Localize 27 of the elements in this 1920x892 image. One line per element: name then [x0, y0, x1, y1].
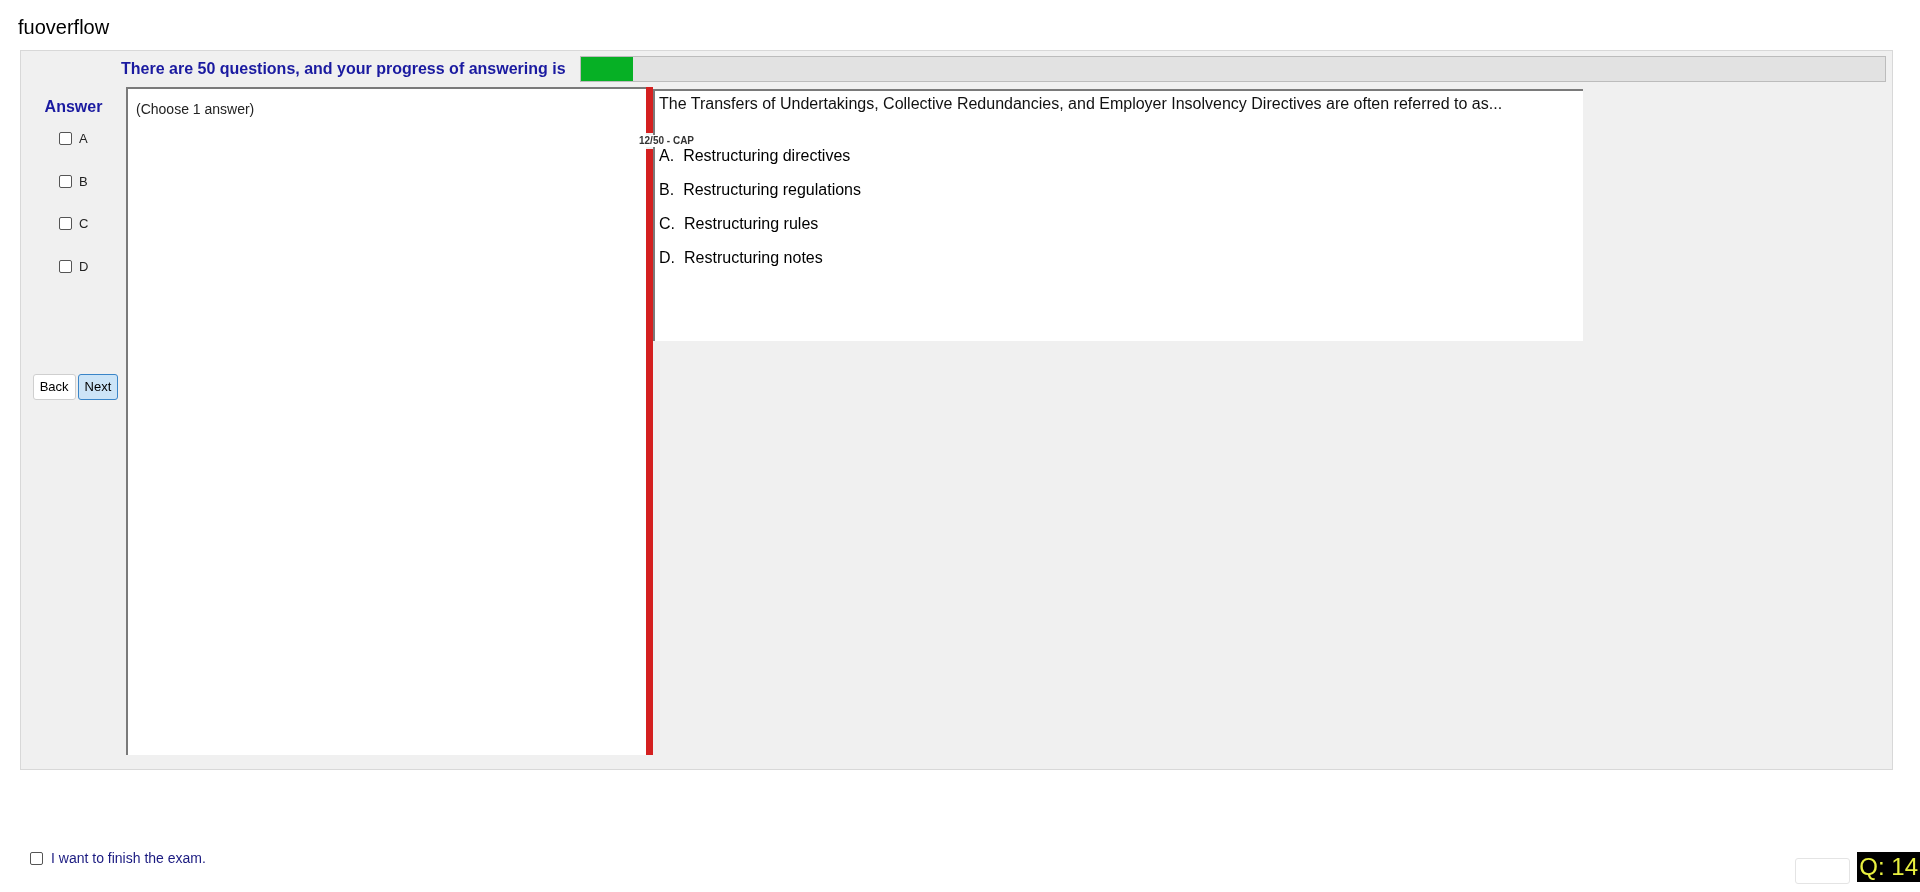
- question-text: The Transfers of Undertakings, Collective Redundancies, and Employer Insolvency Directives are often referred to as...: [659, 94, 1504, 113]
- choice-letter: D.: [659, 249, 675, 267]
- answer-option-label: A: [79, 130, 88, 148]
- answer-option-label: D: [79, 257, 89, 276]
- progress-label: There are 50 questions, and your progress of answering is: [121, 59, 566, 79]
- choice-letter: B.: [659, 181, 675, 199]
- question-tag: 12/50 - CAP: [638, 135, 696, 147]
- next-button[interactable]: Next: [77, 374, 119, 400]
- app-title: fuoverflow: [18, 15, 110, 40]
- choice-text: Restructuring regulations: [683, 181, 861, 199]
- answer-checkbox[interactable]: [59, 217, 72, 231]
- answer-heading: Answer: [44, 97, 103, 117]
- choice-text: Restructuring directives: [683, 147, 851, 165]
- choice-text: Restructuring notes: [684, 249, 823, 267]
- answer-checkbox[interactable]: [59, 132, 72, 146]
- answer-option-label: C: [79, 215, 89, 233]
- question-counter: Q: 14: [1857, 852, 1920, 882]
- answer-checkbox[interactable]: [59, 174, 72, 188]
- choice-letter: A.: [659, 147, 675, 165]
- finish-label: I want to finish the exam.: [51, 849, 206, 868]
- back-button[interactable]: Back: [32, 374, 76, 400]
- choice-text: Restructuring rules: [684, 215, 819, 233]
- finish-checkbox[interactable]: [30, 852, 43, 865]
- answer-checkbox[interactable]: [59, 259, 72, 273]
- choice-letter: C.: [659, 215, 675, 233]
- answer-hint: (Choose 1 answer): [136, 101, 255, 117]
- answer-option-label: B: [79, 172, 88, 191]
